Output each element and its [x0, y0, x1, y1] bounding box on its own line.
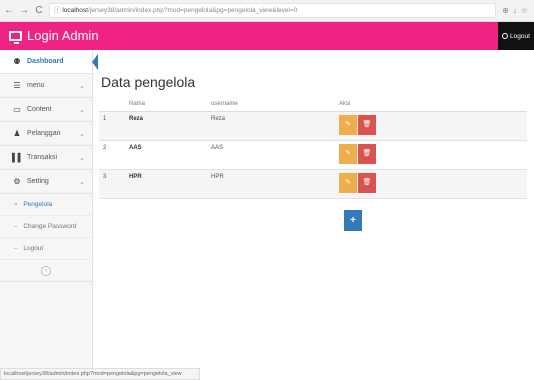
- delete-button[interactable]: 🗑: [358, 143, 376, 164]
- sidebar-subitem-pengelola[interactable]: » Pengelola: [0, 194, 92, 216]
- forward-arrow-icon[interactable]: →: [18, 4, 30, 18]
- chevron-down-icon: ⌄: [79, 130, 85, 138]
- chevron-down-icon: ⌄: [79, 154, 85, 162]
- sidebar-item-label: menu: [27, 82, 45, 89]
- edit-button[interactable]: ✎: [339, 143, 357, 164]
- url-path: /jersey38/admin/index.php?mod=pengelola&…: [87, 7, 298, 14]
- app-title: Login Admin: [27, 28, 99, 43]
- bookmark-star-icon[interactable]: ☆: [521, 6, 528, 15]
- url-host: localhost: [62, 7, 88, 14]
- sidebar-subitem-label: Change Password: [23, 223, 77, 230]
- delete-button[interactable]: 🗑: [358, 114, 376, 135]
- browser-toolbar: ← → C ⓘ localhost/jersey38/admin/index.p…: [0, 0, 534, 22]
- row-nama: AAS: [129, 140, 211, 170]
- logout-button[interactable]: Logout: [498, 22, 534, 50]
- edit-button[interactable]: ✎: [339, 172, 357, 193]
- back-arrow-icon[interactable]: ←: [3, 4, 15, 18]
- brand[interactable]: Login Admin: [9, 28, 99, 44]
- sidebar-item-content[interactable]: ▭ Content ⌄: [0, 98, 92, 122]
- pencil-icon: ✎: [345, 178, 351, 186]
- chevron-down-icon: ⌄: [79, 106, 85, 114]
- sidebar-subitem-label: Logout: [23, 245, 44, 252]
- row-username: HPR: [211, 169, 339, 199]
- sidebar: ⚉ Dashboard ☰ menu ⌄ ▭ Content ⌄ ♟ Pelan…: [0, 50, 98, 368]
- chevron-down-icon: ⌄: [79, 82, 85, 90]
- collapse-arrow-icon[interactable]: ‹: [41, 265, 51, 276]
- table-row: 2 AAS AAS ✎ 🗑: [99, 140, 527, 170]
- column-header-username: username: [211, 98, 339, 112]
- zoom-icon[interactable]: ⊕: [502, 6, 509, 15]
- row-number: 1: [99, 111, 129, 141]
- page-title: Data pengelola: [101, 74, 196, 90]
- table-row: 1 Reza Reza ✎ 🗑: [99, 111, 527, 141]
- sidebar-item-transaksi[interactable]: ▌▌ Transaksi ⌄: [0, 146, 92, 170]
- row-username: AAS: [211, 140, 339, 170]
- trash-icon: 🗑: [362, 178, 372, 186]
- monitor-icon: [9, 30, 22, 44]
- sidebar-item-setting[interactable]: ⚙ Setting ⌄: [0, 170, 92, 194]
- row-actions: ✎ 🗑: [339, 140, 527, 170]
- sidebar-item-label: Setting: [27, 178, 49, 185]
- app-header: Login Admin Logout: [0, 22, 534, 50]
- dashboard-icon: ⚉: [13, 57, 21, 66]
- bullet-icon: –: [14, 245, 18, 252]
- pencil-icon: ✎: [345, 120, 351, 128]
- bullet-icon: »: [14, 201, 18, 208]
- row-actions: ✎ 🗑: [339, 169, 527, 199]
- column-header-no: [99, 98, 129, 112]
- delete-button[interactable]: 🗑: [358, 172, 376, 193]
- trash-icon: 🗑: [362, 149, 372, 157]
- edit-button[interactable]: ✎: [339, 114, 357, 135]
- sidebar-item-label: Content: [27, 106, 52, 113]
- info-icon: ⓘ: [54, 7, 61, 14]
- sidebar-subitem-logout[interactable]: – Logout: [0, 238, 92, 260]
- chevron-down-icon: ⌄: [79, 178, 85, 186]
- sidebar-item-label: Transaksi: [27, 154, 58, 161]
- pencil-icon: ✎: [345, 149, 351, 157]
- sidebar-item-label: Dashboard: [27, 58, 64, 65]
- column-header-nama: Nama: [129, 98, 211, 112]
- power-icon: [502, 33, 509, 39]
- logout-label: Logout: [510, 32, 530, 40]
- user-icon: ♟: [13, 129, 21, 138]
- row-actions: ✎ 🗑: [339, 111, 527, 141]
- status-bar: localhost/jersey38/admin/index.php?mod=p…: [0, 368, 200, 380]
- row-nama: HPR: [129, 169, 211, 199]
- row-number: 3: [99, 169, 129, 199]
- sidebar-item-pelanggan[interactable]: ♟ Pelanggan ⌄: [0, 122, 92, 146]
- main-content: Data pengelola Nama username Aksi 1 Reza…: [93, 50, 534, 368]
- barcode-icon: ▌▌: [12, 153, 24, 162]
- bullet-icon: –: [14, 223, 18, 230]
- gear-icon: ⚙: [13, 177, 21, 186]
- trash-icon: 🗑: [362, 120, 372, 128]
- row-nama: Reza: [129, 111, 211, 141]
- address-bar[interactable]: ⓘ localhost/jersey38/admin/index.php?mod…: [49, 3, 497, 18]
- row-username: Reza: [211, 111, 339, 141]
- reload-icon[interactable]: C: [33, 4, 45, 18]
- download-icon[interactable]: ↓: [513, 6, 517, 15]
- monitor-icon: ▭: [13, 105, 21, 114]
- pengelola-table: Nama username Aksi 1 Reza Reza ✎ 🗑 2 AAS …: [99, 98, 527, 199]
- sidebar-subitem-change-password[interactable]: – Change Password: [0, 216, 92, 238]
- sidebar-item-dashboard[interactable]: ⚉ Dashboard: [0, 50, 98, 74]
- sidebar-subitem-label: Pengelola: [23, 201, 53, 208]
- add-pengelola-button[interactable]: +: [344, 210, 362, 231]
- row-number: 2: [99, 140, 129, 170]
- list-icon: ☰: [13, 81, 21, 90]
- sidebar-item-label: Pelanggan: [27, 130, 61, 137]
- table-header-row: Nama username Aksi: [99, 98, 527, 112]
- column-header-aksi: Aksi: [339, 98, 527, 112]
- sidebar-collapse: ‹: [0, 260, 92, 282]
- table-row: 3 HPR HPR ✎ 🗑: [99, 169, 527, 199]
- sidebar-item-menu[interactable]: ☰ menu ⌄: [0, 74, 92, 98]
